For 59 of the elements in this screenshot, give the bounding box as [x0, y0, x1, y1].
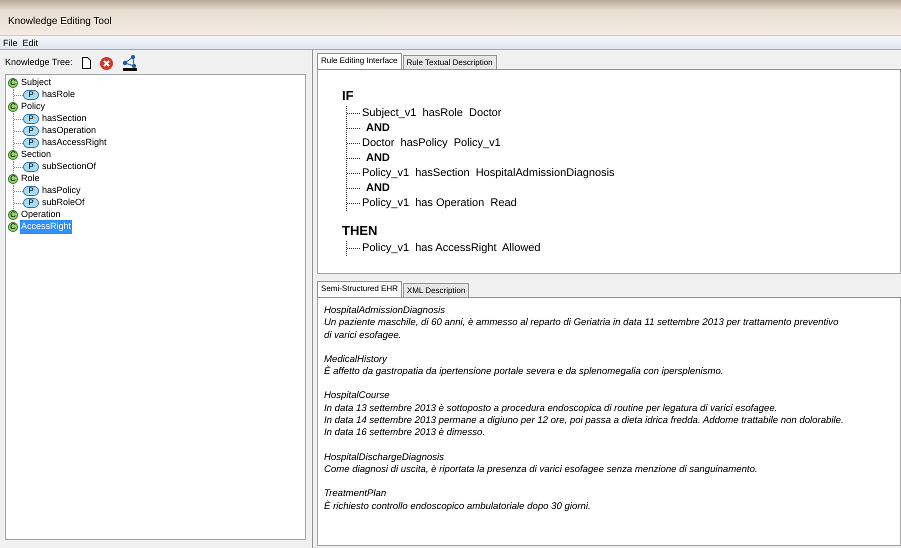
tree-item[interactable]: hasOperation	[41, 124, 98, 138]
menu-item[interactable]: File	[0, 38, 20, 48]
operator-label: AND	[365, 181, 390, 196]
section-heading: TreatmentPlan	[324, 488, 386, 500]
rule-condition[interactable]: Policy_v1 has AccessRight Allowed	[362, 240, 541, 257]
tree-item[interactable]: Operation	[20, 208, 62, 222]
rule-condition[interactable]: Doctor hasPolicy Policy_v1	[362, 135, 501, 152]
class-badge: C	[8, 174, 18, 184]
section-text: Un paziente maschile, di 60 anni, è ammesso al reparto di Geriatria in data 11 settembre 2013 per trattamento preventivo	[324, 317, 838, 330]
tree-item[interactable]: subSectionOf	[41, 160, 98, 174]
class-badge: C	[8, 210, 18, 220]
window-title: Knowledge Editing Tool	[0, 0, 901, 36]
network-icon[interactable]	[122, 55, 138, 71]
tree-item[interactable]: hasRole	[41, 88, 76, 102]
section-text: In data 13 settembre 2013 è sottoposto a procedura endoscopica di routine per legatura di varici esofagee.	[324, 402, 778, 416]
tree-item[interactable]: hasPolicy	[41, 184, 82, 198]
rule-condition[interactable]: Policy_v1 has Operation Read	[362, 195, 517, 212]
tree-item[interactable]: Subject	[20, 76, 52, 90]
section-text: In data 16 settembre 2013 è dimesso.	[324, 427, 486, 440]
tree-item[interactable]: subRoleOf	[41, 196, 86, 210]
section-text: È affetto da gastropatia da ipertensione portale severa e da splenomegalia con ipersplenismo.	[324, 366, 724, 378]
property-badge: P	[23, 198, 39, 208]
section-text: In data 14 settembre 2013 permane a digiuno per 12 ore, poi passa a dieta idrica fredda. Addome trattabile non dolorabile.	[324, 415, 844, 428]
class-badge: C	[8, 150, 18, 160]
tree-item[interactable]: Section	[20, 148, 52, 162]
tab[interactable]: Rule Editing Interface	[317, 53, 402, 69]
tab[interactable]: Rule Textual Description	[402, 55, 497, 69]
section-heading: HospitalDischargeDiagnosis	[324, 452, 444, 464]
tab[interactable]: XML Description	[402, 283, 470, 297]
tab[interactable]: Semi-Structured EHR	[317, 281, 402, 297]
section-text: di varici esofagee.	[324, 330, 402, 342]
rule-condition[interactable]: Policy_v1 hasSection HospitalAdmissionDiagnosis	[362, 165, 615, 182]
knowledge-tree-label: Knowledge Tree:	[5, 56, 73, 70]
tree-item[interactable]: hasSection	[41, 112, 88, 126]
operator-label: AND	[365, 151, 390, 166]
property-badge: P	[23, 126, 39, 136]
section-text: Come diagnosi di uscita, è riportata la presenza di varici esofagee senza menzione di sanguinamento.	[324, 464, 758, 476]
tree-item[interactable]: Role	[20, 172, 41, 186]
delete-icon[interactable]	[100, 56, 113, 70]
rule-condition[interactable]: Subject_v1 hasRole Doctor	[362, 105, 502, 122]
class-badge: C	[8, 102, 18, 112]
property-badge: P	[23, 186, 39, 196]
operator-label: AND	[365, 121, 390, 136]
section-heading: MedicalHistory	[324, 354, 387, 366]
keyword-label: THEN	[342, 223, 378, 239]
section-heading: HospitalCourse	[324, 390, 390, 403]
property-badge: P	[23, 114, 39, 124]
section-heading: HospitalAdmissionDiagnosis	[324, 305, 446, 318]
tree-item[interactable]: Policy	[20, 100, 46, 114]
new-document-icon[interactable]	[82, 57, 91, 69]
property-badge: P	[23, 138, 39, 148]
keyword-label: IF	[342, 88, 355, 104]
menu-item[interactable]: Edit	[20, 38, 40, 48]
property-badge: P	[23, 90, 39, 100]
section-text: È richiesto controllo endoscopico ambulatoriale dopo 30 giorni.	[324, 500, 591, 513]
class-badge: C	[8, 222, 18, 232]
tree-item[interactable]: hasAccessRight	[41, 136, 108, 150]
class-badge: C	[8, 78, 18, 88]
property-badge: P	[23, 162, 39, 172]
